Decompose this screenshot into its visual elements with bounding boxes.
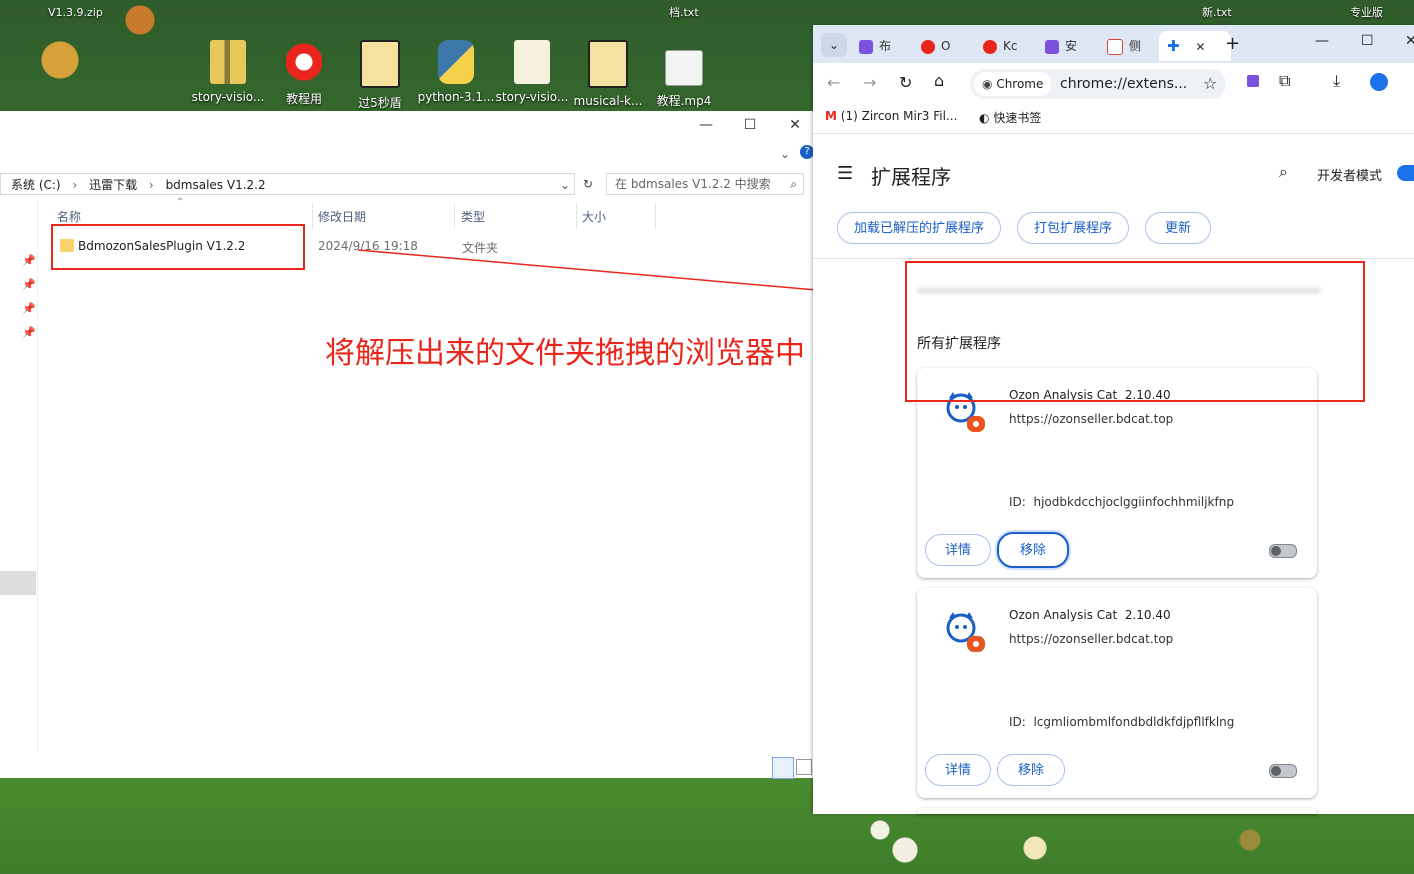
tab[interactable]: Kc bbox=[983, 31, 1017, 61]
divider bbox=[813, 258, 1414, 259]
details-button[interactable]: 详情 bbox=[925, 754, 991, 786]
extension-version: 2.10.40 bbox=[1124, 608, 1171, 622]
bookmark-item[interactable]: ◐ 快速书签 bbox=[979, 109, 1041, 126]
pack-extension-button[interactable]: 打包扩展程序 bbox=[1017, 212, 1129, 244]
enable-toggle[interactable] bbox=[1269, 544, 1297, 558]
dev-mode-label: 开发者模式 bbox=[1317, 169, 1383, 184]
tab-search-icon[interactable]: ⌄ bbox=[821, 33, 847, 57]
remove-button[interactable]: 移除 bbox=[997, 532, 1069, 568]
extension-card: Ozon Analysis Cat 2.10.40 https://ozonse… bbox=[917, 588, 1317, 798]
extension-url[interactable]: https://ozonseller.bdcat.top bbox=[1009, 632, 1173, 646]
puzzle-icon: ✚ bbox=[1167, 37, 1180, 55]
bookmark-icon: ◐ bbox=[979, 111, 990, 125]
extension-card-partial bbox=[917, 808, 1317, 814]
extension-id-row: ID: hjodbkdcchjoclggiinfochhmiljkfnp bbox=[1009, 495, 1234, 509]
extensions-icon[interactable]: ⧉ bbox=[1279, 71, 1290, 91]
cat-icon bbox=[1045, 39, 1059, 54]
forward-icon[interactable]: → bbox=[863, 73, 876, 92]
details-button[interactable]: 详情 bbox=[925, 534, 991, 566]
page-title: 扩展程序 bbox=[871, 165, 951, 189]
document-icon bbox=[1107, 38, 1123, 55]
cat-icon bbox=[859, 39, 873, 54]
tab-label: 布 bbox=[879, 39, 892, 53]
enable-toggle[interactable] bbox=[1269, 764, 1297, 778]
bookmark-label: 快速书签 bbox=[993, 111, 1042, 125]
back-icon[interactable]: ← bbox=[827, 73, 840, 92]
extension-name-row: Ozon Analysis Cat 2.10.40 bbox=[1009, 608, 1171, 622]
tab[interactable]: 安 bbox=[1045, 31, 1077, 61]
tab[interactable]: 布 bbox=[859, 31, 891, 61]
bookmark-item[interactable]: M (1) Zircon Mir3 Fil... bbox=[825, 109, 957, 123]
profile-avatar[interactable] bbox=[1370, 73, 1388, 91]
maximize-button[interactable]: ☐ bbox=[1361, 33, 1374, 49]
opera-icon bbox=[983, 39, 997, 54]
chrome-icon: ◉ bbox=[982, 77, 993, 91]
omnibox[interactable]: ◉ Chrome chrome://extens... ☆ bbox=[970, 69, 1226, 99]
url-text[interactable]: chrome://extens... bbox=[1060, 76, 1187, 92]
cat-extension-icon[interactable] bbox=[1247, 75, 1259, 87]
extension-id-row: ID: lcgmliombmlfondbdldkfdjpfllfklng bbox=[1009, 715, 1234, 729]
dev-mode-toggle[interactable] bbox=[1397, 165, 1414, 181]
tab[interactable]: O bbox=[921, 31, 950, 61]
tab-label: Kc bbox=[1003, 39, 1018, 53]
extension-name: Ozon Analysis Cat bbox=[1009, 608, 1118, 622]
omnibox-chip: ◉ Chrome bbox=[974, 72, 1052, 96]
tab-strip: ⌄ 布 O Kc 安 侧 ✚ ✕ + — ☐ ✕ bbox=[813, 25, 1414, 63]
tab-extensions-active[interactable]: ✚ ✕ bbox=[1159, 31, 1231, 61]
search-icon[interactable]: ⌕ bbox=[1279, 162, 1288, 182]
remove-button[interactable]: 移除 bbox=[997, 754, 1065, 786]
chip-label: Chrome bbox=[996, 77, 1044, 91]
star-icon[interactable]: ☆ bbox=[1203, 74, 1217, 93]
update-button[interactable]: 更新 bbox=[1145, 212, 1211, 244]
tab-label: 侧 bbox=[1129, 39, 1142, 53]
extension-url[interactable]: https://ozonseller.bdcat.top bbox=[1009, 412, 1173, 426]
minimize-button[interactable]: — bbox=[1315, 33, 1329, 49]
bookmarks-bar: M (1) Zircon Mir3 Fil... ◐ 快速书签 bbox=[813, 103, 1414, 134]
new-tab-button[interactable]: + bbox=[1225, 33, 1240, 54]
reload-icon[interactable]: ↻ bbox=[899, 73, 912, 92]
extension-id: lcgmliombmlfondbdldkfdjpfllfklng bbox=[1033, 715, 1235, 729]
id-label: ID: bbox=[1009, 495, 1026, 509]
download-icon[interactable]: ⤓ bbox=[1333, 71, 1340, 91]
browser-toolbar: ← → ↻ ⌂ ◉ Chrome chrome://extens... ☆ ⧉ … bbox=[813, 63, 1414, 103]
cat-logo-icon bbox=[946, 612, 985, 652]
gmail-icon: M bbox=[825, 109, 837, 123]
menu-icon[interactable]: ☰ bbox=[837, 163, 853, 184]
tab-close-icon[interactable]: ✕ bbox=[1195, 40, 1205, 54]
id-label: ID: bbox=[1009, 715, 1026, 729]
extension-id: hjodbkdcchjoclggiinfochhmiljkfnp bbox=[1033, 495, 1234, 509]
tab-label: O bbox=[941, 39, 951, 53]
tab-label: 安 bbox=[1065, 39, 1078, 53]
opera-icon bbox=[921, 39, 935, 54]
tab[interactable]: 侧 bbox=[1107, 31, 1141, 61]
chrome-window: ⌄ 布 O Kc 安 侧 ✚ ✕ + — ☐ ✕ ← → ↻ ⌂ ◉ Chrom… bbox=[813, 25, 1414, 814]
bookmark-label: (1) Zircon Mir3 Fil... bbox=[840, 109, 958, 123]
highlight-box bbox=[905, 261, 1365, 402]
load-unpacked-button[interactable]: 加载已解压的扩展程序 bbox=[837, 212, 1001, 244]
close-button[interactable]: ✕ bbox=[1405, 33, 1414, 49]
home-icon[interactable]: ⌂ bbox=[934, 71, 944, 90]
